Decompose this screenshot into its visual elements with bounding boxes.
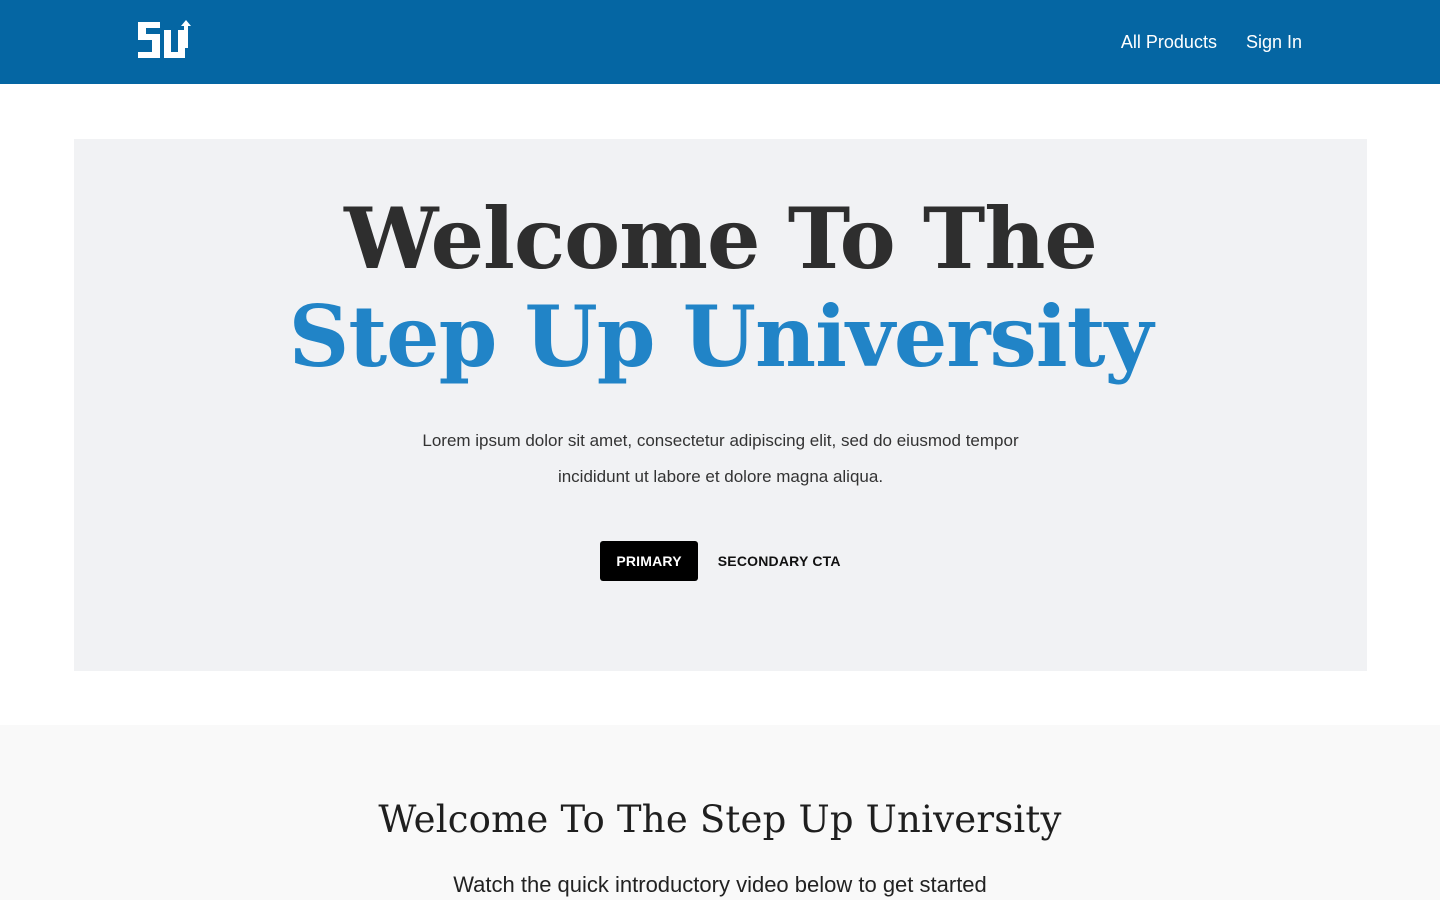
hero-title-line1: Welcome To The <box>344 189 1098 288</box>
intro-section: Welcome To The Step Up University Watch … <box>0 725 1440 900</box>
hero-description-line1: Lorem ipsum dolor sit amet, consectetur … <box>422 431 1019 450</box>
nav-link-sign-in[interactable]: Sign In <box>1246 31 1302 53</box>
hero-description: Lorem ipsum dolor sit amet, consectetur … <box>74 423 1367 495</box>
intro-section-subtitle: Watch the quick introductory video below… <box>453 872 987 897</box>
nav-link-all-products[interactable]: All Products <box>1121 31 1217 53</box>
hero-cta-row: PRIMARY SECONDARY CTA <box>74 541 1367 581</box>
primary-button[interactable]: PRIMARY <box>600 541 698 581</box>
main-nav: All Products Sign In <box>1121 31 1302 53</box>
secondary-cta-button[interactable]: SECONDARY CTA <box>718 541 841 581</box>
step-up-logo-icon[interactable] <box>136 18 194 64</box>
hero-banner: Welcome To The Step Up University Lorem … <box>74 139 1367 671</box>
hero-description-line2: incididunt ut labore et dolore magna ali… <box>557 467 884 486</box>
hero-title-line2: Step Up University <box>288 287 1154 386</box>
intro-section-title: Welcome To The Step Up University <box>378 798 1062 841</box>
top-navigation-bar: All Products Sign In <box>0 0 1440 84</box>
